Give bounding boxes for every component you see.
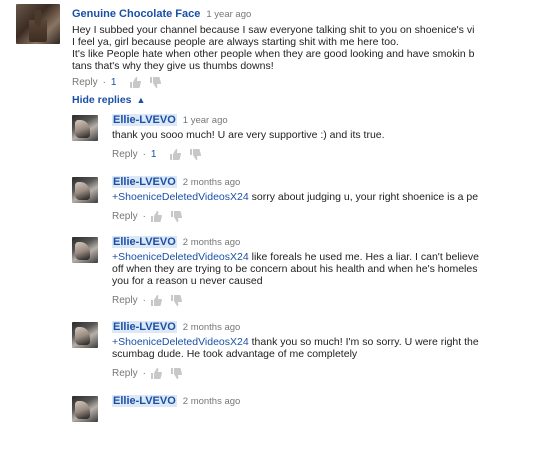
comment-text: +ShoeniceDeletedVideosX24 thank you so m… xyxy=(112,336,540,360)
author-name[interactable]: Genuine Chocolate Face xyxy=(72,8,200,20)
comment-header: Ellie-LVEVO 1 year ago xyxy=(112,114,228,126)
separator: · xyxy=(142,368,146,379)
comment-line-text: you for a reason u never caused xyxy=(112,275,263,287)
separator: · xyxy=(142,149,146,160)
thumbs-up-icon[interactable] xyxy=(150,295,162,306)
comment-line-text: thank you sooo much! U are very supporti… xyxy=(112,129,385,141)
comment-time[interactable]: 2 months ago xyxy=(183,177,241,188)
comment-actions: Reply · xyxy=(112,295,191,306)
thumbs-up-icon[interactable] xyxy=(150,211,162,222)
comment-line-text: thank you so much! I'm so sorry. U were … xyxy=(248,336,479,348)
like-count: 1 xyxy=(110,77,117,88)
chevron-up-icon: ▲ xyxy=(136,95,146,105)
comment-header: Ellie-LVEVO 2 months ago xyxy=(112,395,240,407)
comment-line-text: scumbag dude. He took advantage of me co… xyxy=(112,348,358,360)
comment-actions: Reply · xyxy=(112,368,191,379)
comment-line: off when they are trying to be concern a… xyxy=(112,263,540,275)
user-mention-link[interactable]: +ShoeniceDeletedVideosX24 xyxy=(112,191,249,203)
like-count: 1 xyxy=(150,149,157,160)
user-mention-link[interactable]: +ShoeniceDeletedVideosX24 xyxy=(112,336,249,348)
comment-line-text: sorry about judging u, your right shoeni… xyxy=(248,191,479,203)
separator: · xyxy=(142,211,146,222)
separator: · xyxy=(102,77,106,88)
reply-button[interactable]: Reply xyxy=(112,211,138,222)
thumbs-down-icon[interactable] xyxy=(190,149,202,160)
reply-button[interactable]: Reply xyxy=(112,368,138,379)
thumbs-up-icon[interactable] xyxy=(150,368,162,379)
thumbs-down-icon[interactable] xyxy=(170,295,182,306)
comment-header: Ellie-LVEVO 2 months ago xyxy=(112,321,240,333)
comment-time[interactable]: 2 months ago xyxy=(183,396,241,407)
comment-time[interactable]: 1 year ago xyxy=(183,115,228,126)
comment-header: Ellie-LVEVO 2 months ago xyxy=(112,176,240,188)
comment-actions: Reply · 1 xyxy=(72,77,170,88)
author-name[interactable]: Ellie-LVEVO xyxy=(112,236,177,248)
comment-actions: Reply · xyxy=(112,211,191,222)
comment-line: you for a reason u never caused xyxy=(112,275,540,287)
user-mention-link[interactable]: +ShoeniceDeletedVideosX24 xyxy=(112,251,249,263)
author-name[interactable]: Ellie-LVEVO xyxy=(112,114,177,126)
reply-comment: Ellie-LVEVO 2 months ago +ShoeniceDeletedV… xyxy=(0,321,540,382)
comment-time[interactable]: 1 year ago xyxy=(206,9,251,20)
comment-main: Genuine Chocolate Face 1 year ago Hey I s… xyxy=(0,0,540,92)
comment-line-text: like foreals he used me. Hes a liar. I c… xyxy=(248,251,479,263)
comment-line: +ShoeniceDeletedVideosX24 thank you so m… xyxy=(112,336,540,348)
reply-button[interactable]: Reply xyxy=(112,295,138,306)
separator: · xyxy=(142,295,146,306)
reply-button[interactable]: Reply xyxy=(72,77,98,88)
comment-line: +ShoeniceDeletedVideosX24 sorry about ju… xyxy=(112,191,540,203)
thumbs-down-icon[interactable] xyxy=(170,211,182,222)
comment-line: +ShoeniceDeletedVideosX24 like foreals h… xyxy=(112,251,540,263)
hide-replies-button[interactable]: Hide replies ▲ xyxy=(72,94,145,106)
comment-line: scumbag dude. He took advantage of me co… xyxy=(112,348,540,360)
thumbs-up-icon[interactable] xyxy=(130,77,142,88)
comment-line-text: off when they are trying to be concern a… xyxy=(112,263,478,275)
avatar[interactable] xyxy=(72,237,98,263)
reply-comment: Ellie-LVEVO 2 months ago xyxy=(0,395,540,456)
thumbs-down-icon[interactable] xyxy=(150,77,162,88)
author-name[interactable]: Ellie-LVEVO xyxy=(112,176,177,188)
reply-comment: Ellie-LVEVO 1 year ago thank you sooo much… xyxy=(0,114,540,175)
comment-text: thank you sooo much! U are very supporti… xyxy=(112,129,540,141)
reply-button[interactable]: Reply xyxy=(112,149,138,160)
comment-header: Ellie-LVEVO 2 months ago xyxy=(112,236,240,248)
avatar[interactable] xyxy=(72,322,98,348)
comment-time[interactable]: 2 months ago xyxy=(183,237,241,248)
avatar[interactable] xyxy=(16,4,60,44)
comment-time[interactable]: 2 months ago xyxy=(183,322,241,333)
reply-comment: Ellie-LVEVO 2 months ago +ShoeniceDeletedV… xyxy=(0,176,540,237)
thumbs-up-icon[interactable] xyxy=(170,149,182,160)
comment-text: Hey I subbed your channel because I saw … xyxy=(72,24,475,72)
avatar[interactable] xyxy=(72,177,98,203)
comment-actions: Reply · 1 xyxy=(112,149,210,160)
comment-line: thank you sooo much! U are very supporti… xyxy=(112,129,540,141)
avatar[interactable] xyxy=(72,115,98,141)
comment-header: Genuine Chocolate Face 1 year ago xyxy=(72,8,251,20)
avatar[interactable] xyxy=(72,396,98,422)
thumbs-down-icon[interactable] xyxy=(170,368,182,379)
comment-text: +ShoeniceDeletedVideosX24 like foreals h… xyxy=(112,251,540,287)
author-name[interactable]: Ellie-LVEVO xyxy=(112,321,177,333)
reply-comment: Ellie-LVEVO 2 months ago +ShoeniceDeletedV… xyxy=(0,236,540,306)
comment-text: +ShoeniceDeletedVideosX24 sorry about ju… xyxy=(112,191,540,203)
author-name[interactable]: Ellie-LVEVO xyxy=(112,395,177,407)
